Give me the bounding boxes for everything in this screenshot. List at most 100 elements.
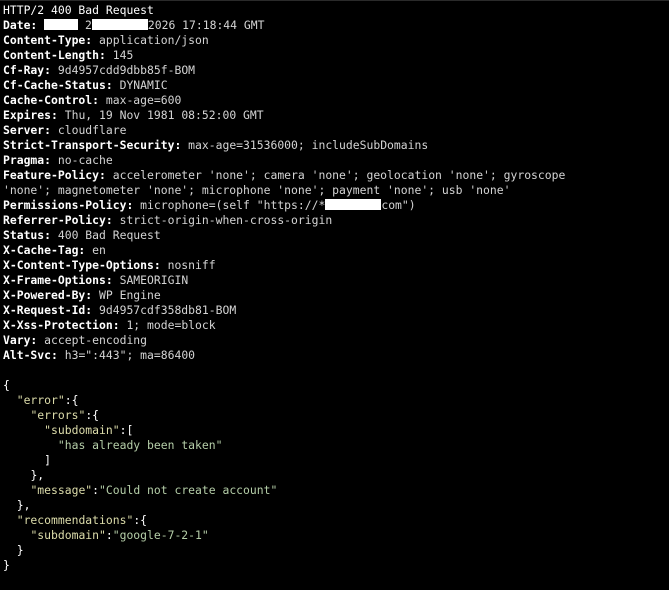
http-response-viewer: HTTP/2 400 Bad Request Date: 2 2026 17:18… bbox=[0, 0, 669, 590]
header-value: 9d4957cdd9dbb85f-BOM bbox=[57, 63, 196, 77]
header-name: Referrer-Policy: bbox=[3, 213, 113, 227]
header-name: Content-Length: bbox=[3, 48, 106, 62]
header-name: X-Xss-Protection: bbox=[3, 318, 120, 332]
json-line: } bbox=[3, 543, 669, 558]
header-value: Thu, 19 Nov 1981 08:52:00 GMT bbox=[64, 108, 264, 122]
header-name: Cache-Control: bbox=[3, 93, 100, 107]
header-name: Expires: bbox=[3, 108, 58, 122]
header-name: Strict-Transport-Security: bbox=[3, 138, 182, 152]
json-punct: }, bbox=[16, 498, 31, 512]
header-line: Content-Length: 145 bbox=[3, 48, 669, 63]
header-name: X-Powered-By: bbox=[3, 288, 93, 302]
header-value: strict-origin-when-cross-origin bbox=[119, 213, 333, 227]
json-line: "subdomain":[ bbox=[3, 423, 669, 438]
header-line: 'none'; magnetometer 'none'; microphone … bbox=[3, 183, 669, 198]
header-name: Cf-Ray: bbox=[3, 63, 52, 77]
header-name: Date: bbox=[3, 18, 38, 32]
json-punct: :{ bbox=[133, 513, 148, 527]
header-value: max-age=31536000; includeSubDomains bbox=[188, 138, 429, 152]
header-value: 2 bbox=[85, 18, 92, 32]
header-value: 400 Bad Request bbox=[57, 228, 161, 242]
header-value: SAMEORIGIN bbox=[119, 273, 189, 287]
json-line: "errors":{ bbox=[3, 408, 669, 423]
header-line: Content-Type: application/json bbox=[3, 33, 669, 48]
json-key: "message" bbox=[30, 483, 93, 497]
header-value: 1; mode=block bbox=[126, 318, 216, 332]
json-line: { bbox=[3, 378, 669, 393]
header-name: Cf-Cache-Status: bbox=[3, 78, 113, 92]
json-line: ] bbox=[3, 453, 669, 468]
header-name: X-Frame-Options: bbox=[3, 273, 113, 287]
json-line: "error":{ bbox=[3, 393, 669, 408]
json-key: "error" bbox=[16, 393, 65, 407]
header-value: max-age=600 bbox=[105, 93, 182, 107]
header-value: nosniff bbox=[167, 258, 216, 272]
header-line: Strict-Transport-Security: max-age=31536… bbox=[3, 138, 669, 153]
header-line: Server: cloudflare bbox=[3, 123, 669, 138]
json-line: } bbox=[3, 558, 669, 573]
header-value: 2026 17:18:44 GMT bbox=[147, 18, 265, 32]
json-line: "recommendations":{ bbox=[3, 513, 669, 528]
json-line: "message":"Could not create account" bbox=[3, 483, 669, 498]
json-line: }, bbox=[3, 498, 669, 513]
header-line-date: Date: 2 2026 17:18:44 GMT bbox=[3, 18, 669, 33]
header-name: Server: bbox=[3, 123, 52, 137]
header-value: en bbox=[92, 243, 106, 257]
header-name: Alt-Svc: bbox=[3, 348, 58, 362]
header-line: Referrer-Policy: strict-origin-when-cros… bbox=[3, 213, 669, 228]
header-value: microphone=(self "https://* bbox=[140, 198, 326, 212]
json-punct: }, bbox=[30, 468, 45, 482]
redacted-block bbox=[325, 199, 382, 210]
header-name: X-Request-Id: bbox=[3, 303, 93, 317]
json-string: "Could not create account" bbox=[99, 483, 278, 497]
json-punct: :[ bbox=[119, 423, 134, 437]
redacted-block bbox=[44, 19, 79, 30]
header-name: Pragma: bbox=[3, 153, 52, 167]
json-line: "has already been taken" bbox=[3, 438, 669, 453]
status-line: HTTP/2 400 Bad Request bbox=[3, 3, 154, 17]
json-punct: : bbox=[105, 528, 113, 542]
header-line: X-Xss-Protection: 1; mode=block bbox=[3, 318, 669, 333]
header-name: X-Content-Type-Options: bbox=[3, 258, 161, 272]
header-name: Permissions-Policy: bbox=[3, 198, 134, 212]
header-line: Status: 400 Bad Request bbox=[3, 228, 669, 243]
header-name: Vary: bbox=[3, 333, 38, 347]
header-line: Vary: accept-encoding bbox=[3, 333, 669, 348]
header-line: X-Frame-Options: SAMEORIGIN bbox=[3, 273, 669, 288]
header-line: Pragma: no-cache bbox=[3, 153, 669, 168]
header-line: X-Powered-By: WP Engine bbox=[3, 288, 669, 303]
header-line: Feature-Policy: accelerometer 'none'; ca… bbox=[3, 168, 669, 183]
json-key: "subdomain" bbox=[44, 423, 120, 437]
json-key: "errors" bbox=[30, 408, 86, 422]
json-punct: ] bbox=[44, 453, 52, 467]
header-line: X-Content-Type-Options: nosniff bbox=[3, 258, 669, 273]
header-value: 'none'; magnetometer 'none'; microphone … bbox=[3, 183, 511, 197]
header-line: Cf-Ray: 9d4957cdd9dbb85f-BOM bbox=[3, 63, 669, 78]
json-punct: :{ bbox=[85, 408, 100, 422]
json-line: }, bbox=[3, 468, 669, 483]
json-punct: :{ bbox=[64, 393, 79, 407]
header-value: accelerometer 'none'; camera 'none'; geo… bbox=[112, 168, 566, 182]
header-line: Cf-Cache-Status: DYNAMIC bbox=[3, 78, 669, 93]
json-punct: : bbox=[92, 483, 100, 497]
json-brace: { bbox=[3, 378, 10, 392]
json-string: "google-7-2-1" bbox=[112, 528, 209, 542]
header-value: 9d4957cdf358db81-BOM bbox=[99, 303, 237, 317]
header-value: WP Engine bbox=[99, 288, 161, 302]
header-name: Content-Type: bbox=[3, 33, 93, 47]
header-value: DYNAMIC bbox=[119, 78, 168, 92]
header-name: Status: bbox=[3, 228, 52, 242]
header-value-suffix: com") bbox=[381, 198, 416, 212]
header-line: Expires: Thu, 19 Nov 1981 08:52:00 GMT bbox=[3, 108, 669, 123]
header-value: cloudflare bbox=[57, 123, 127, 137]
json-key: "subdomain" bbox=[30, 528, 106, 542]
header-value: 145 bbox=[112, 48, 134, 62]
header-line: Cache-Control: max-age=600 bbox=[3, 93, 669, 108]
json-key: "recommendations" bbox=[16, 513, 134, 527]
header-value: h3=":443"; ma=86400 bbox=[64, 348, 196, 362]
json-brace: } bbox=[3, 558, 10, 572]
header-value: application/json bbox=[99, 33, 209, 47]
header-line: Permissions-Policy: microphone=(self "ht… bbox=[3, 198, 669, 213]
header-name: X-Cache-Tag: bbox=[3, 243, 86, 257]
header-line: X-Request-Id: 9d4957cdf358db81-BOM bbox=[3, 303, 669, 318]
